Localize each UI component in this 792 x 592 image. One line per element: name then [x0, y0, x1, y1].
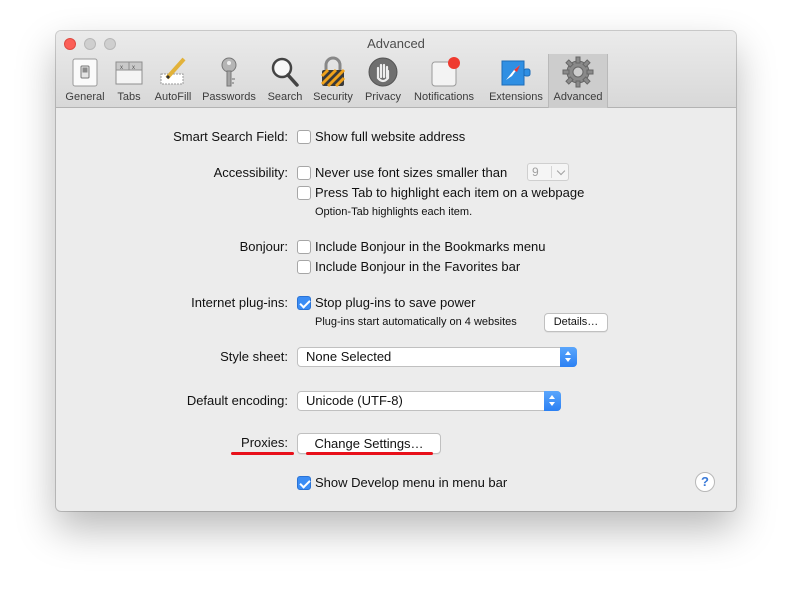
encoding-select[interactable]: Unicode (UTF-8)	[297, 391, 561, 411]
tab-search[interactable]: Search	[262, 54, 308, 108]
tab-passwords[interactable]: Passwords	[198, 54, 260, 108]
tab-security[interactable]: Security	[310, 54, 356, 108]
tab-general[interactable]: General	[60, 54, 110, 108]
hand-icon	[367, 56, 399, 88]
general-switch-icon	[69, 56, 101, 88]
proxies-label: Proxies:	[241, 435, 288, 450]
select-stepper-icon	[560, 347, 577, 367]
key-icon	[213, 56, 245, 88]
tab-autofill-label: AutoFill	[154, 91, 192, 103]
puzzle-compass-icon	[500, 56, 532, 88]
tab-extensions-label: Extensions	[489, 91, 543, 103]
tab-passwords-label: Passwords	[202, 91, 256, 103]
tab-autofill[interactable]: AutoFill	[150, 54, 196, 108]
tab-advanced-label: Advanced	[553, 91, 603, 103]
bonjour-bookmarks-label: Include Bonjour in the Bookmarks menu	[315, 239, 546, 254]
tab-tabs-label: Tabs	[117, 91, 141, 103]
stop-plugins-checkbox[interactable]	[297, 296, 311, 310]
show-full-address-label: Show full website address	[315, 129, 466, 144]
style-sheet-select[interactable]: None Selected	[297, 347, 577, 367]
preferences-toolbar: Advanced General xx Tabs AutoFill Passwo…	[56, 31, 736, 108]
tabs-icon: xx	[113, 56, 145, 88]
tab-extensions[interactable]: Extensions	[484, 54, 548, 108]
bonjour-favorites-checkbox[interactable]	[297, 260, 311, 274]
encoding-value: Unicode (UTF-8)	[306, 393, 403, 408]
option-tab-note: Option-Tab highlights each item.	[315, 206, 473, 218]
help-button[interactable]: ?	[695, 472, 715, 492]
bonjour-label: Bonjour:	[239, 239, 288, 254]
show-develop-menu-label: Show Develop menu in menu bar	[315, 475, 508, 490]
annotation-underline-proxies	[231, 452, 294, 455]
svg-text:x: x	[132, 65, 135, 71]
show-full-address-checkbox[interactable]	[297, 130, 311, 144]
plugin-details-button[interactable]: Details…	[544, 313, 608, 332]
svg-text:x: x	[120, 65, 123, 71]
min-font-size-checkbox[interactable]	[297, 166, 311, 180]
encoding-label: Default encoding:	[186, 393, 288, 408]
min-font-size-label: Never use font sizes smaller than	[315, 165, 508, 180]
tab-privacy-label: Privacy	[364, 91, 402, 103]
tab-highlight-label: Press Tab to highlight each item on a we…	[315, 185, 585, 200]
min-font-size-value: 9	[532, 165, 539, 179]
chevron-down-icon	[556, 166, 566, 176]
advanced-settings-pane: Smart Search Field: Show full website ad…	[56, 109, 736, 511]
plugins-note: Plug-ins start automatically on 4 websit…	[315, 316, 517, 328]
window-title: Advanced	[367, 36, 425, 51]
tab-notifications-label: Notifications	[414, 91, 474, 103]
tab-highlight-checkbox[interactable]	[297, 186, 311, 200]
notification-icon	[428, 56, 460, 88]
min-font-size-popup[interactable]: 9	[527, 163, 569, 181]
annotation-underline-change-settings	[306, 452, 433, 455]
padlock-icon	[317, 56, 349, 88]
style-sheet-value: None Selected	[306, 349, 392, 364]
accessibility-label: Accessibility:	[213, 165, 288, 180]
safari-preferences-window: Advanced General xx Tabs AutoFill Passwo…	[56, 31, 736, 511]
plugins-label: Internet plug-ins:	[191, 295, 288, 310]
autofill-pencil-icon	[157, 56, 189, 88]
gear-icon	[562, 56, 594, 88]
stop-plugins-label: Stop plug-ins to save power	[315, 295, 476, 310]
tab-tabs[interactable]: xx Tabs	[110, 54, 148, 108]
select-stepper-icon	[544, 391, 561, 411]
tab-search-label: Search	[267, 91, 303, 103]
style-sheet-label: Style sheet:	[220, 349, 288, 364]
tab-security-label: Security	[313, 91, 353, 103]
magnifier-icon	[269, 56, 301, 88]
show-develop-menu-checkbox[interactable]	[297, 476, 311, 490]
bonjour-favorites-label: Include Bonjour in the Favorites bar	[315, 259, 521, 274]
smart-search-label: Smart Search Field:	[173, 129, 288, 144]
tab-general-label: General	[65, 91, 105, 103]
change-proxy-settings-button[interactable]: Change Settings…	[297, 433, 441, 454]
tab-notifications[interactable]: Notifications	[408, 54, 480, 108]
tab-privacy[interactable]: Privacy	[358, 54, 408, 108]
tab-advanced[interactable]: Advanced	[548, 54, 608, 108]
bonjour-bookmarks-checkbox[interactable]	[297, 240, 311, 254]
